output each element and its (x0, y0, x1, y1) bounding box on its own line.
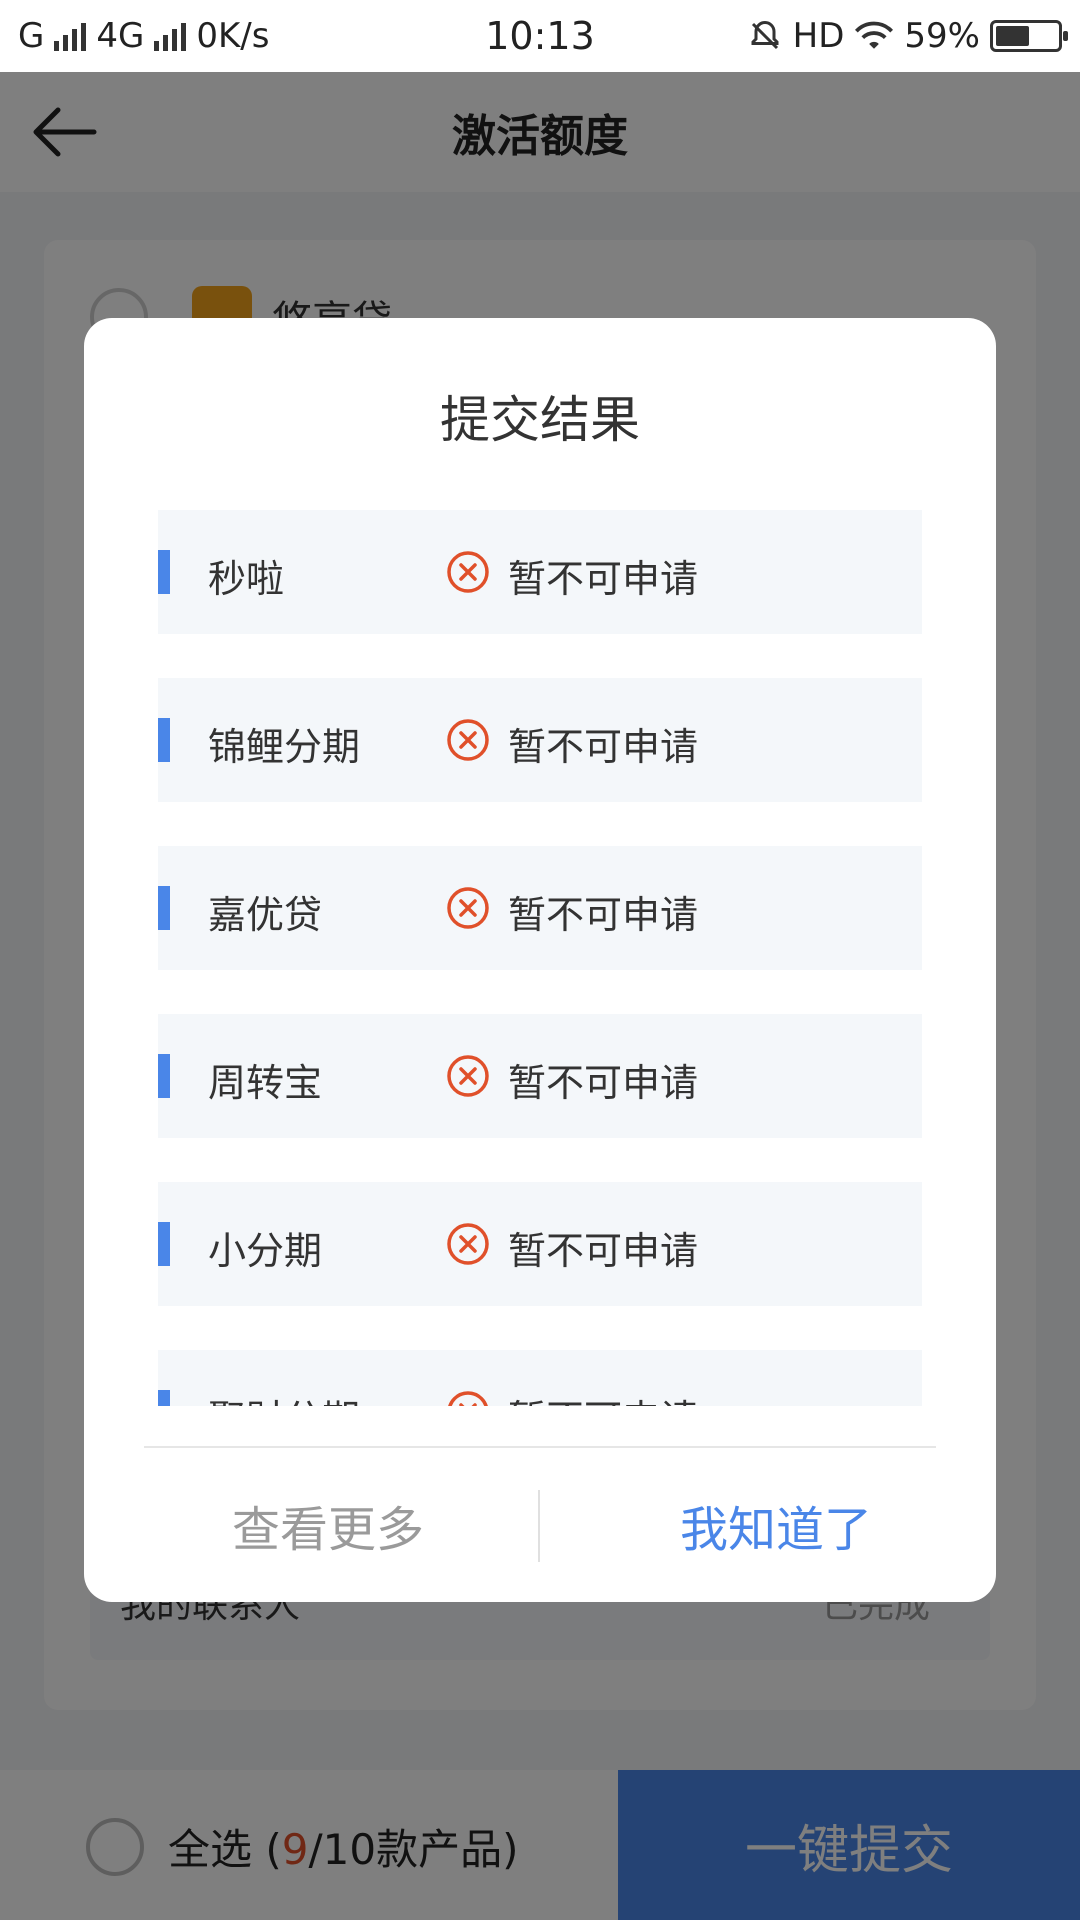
dialog-title: 提交结果 (440, 391, 640, 449)
result-item: 秒啦 暂不可申请 (158, 510, 922, 634)
battery-percent: 59% (904, 16, 980, 56)
result-item-status: 暂不可申请 (508, 1388, 698, 1406)
got-it-button[interactable]: 我知道了 (626, 1494, 926, 1566)
result-item-name: 嘉优贷 (208, 893, 323, 937)
accent-bar (158, 1222, 170, 1266)
status-left: G 4G 0K/s (18, 16, 269, 56)
accent-bar (158, 550, 170, 594)
result-item-status: 暂不可申请 (508, 893, 699, 937)
result-dialog: 提交结果 秒啦 暂不可申请 锦鲤分期 暂不可申请 嘉优贷 暂不可申请 周转宝 暂不可申请 小分期… (84, 318, 996, 1602)
error-circle-icon (447, 887, 489, 929)
carrier-label: G (18, 16, 45, 56)
accent-bar (158, 1054, 170, 1098)
error-circle-icon (447, 551, 489, 593)
battery-fill (996, 26, 1029, 46)
screen: G 4G 0K/s 10:13 HD 59% 提交结果 秒啦 暂不可申请 锦鲤分… (0, 0, 1080, 1920)
result-item-name: 秒啦 (208, 557, 285, 601)
result-item-status: 暂不可申请 (508, 1229, 699, 1273)
button-divider (538, 1490, 540, 1562)
result-item-name: 周转宝 (208, 1061, 323, 1105)
result-items: 秒啦 暂不可申请 锦鲤分期 暂不可申请 嘉优贷 暂不可申请 周转宝 暂不可申请 小分期 暂不可申请… (158, 510, 922, 1406)
signal-icon (54, 21, 87, 51)
result-item-name: 锦鲤分期 (208, 725, 361, 769)
result-item-name: 小分期 (208, 1229, 323, 1273)
result-item: 嘉优贷 暂不可申请 (158, 846, 922, 970)
status-right: HD 59% (747, 16, 1068, 56)
result-item: 周转宝 暂不可申请 (158, 1014, 922, 1138)
result-item: 锦鲤分期 暂不可申请 (158, 678, 922, 802)
battery-icon (990, 20, 1068, 52)
bell-muted-icon (751, 20, 779, 50)
view-more-button[interactable]: 查看更多 (178, 1494, 478, 1566)
accent-bar (158, 886, 170, 930)
result-item-name: 聚财分期 (208, 1388, 360, 1406)
dialog-divider (144, 1446, 936, 1448)
result-item: 聚财分期 暂不可申请 (158, 1350, 922, 1406)
wifi-icon (855, 21, 894, 49)
accent-bar (158, 1390, 170, 1406)
hd-label: HD (792, 16, 845, 56)
error-circle-icon (447, 719, 489, 761)
result-item-status: 暂不可申请 (508, 1061, 699, 1105)
network-type-label: 4G (96, 16, 145, 56)
result-item: 小分期 暂不可申请 (158, 1182, 922, 1306)
accent-bar (158, 718, 170, 762)
error-circle-icon (447, 1055, 489, 1097)
result-item-status: 暂不可申请 (508, 557, 699, 601)
error-circle-icon (448, 1391, 488, 1406)
signal-icon-2 (154, 21, 187, 51)
result-list[interactable]: 秒啦 暂不可申请 锦鲤分期 暂不可申请 嘉优贷 暂不可申请 周转宝 暂不可申请 小分期 暂不可申请… (158, 510, 922, 1406)
network-speed: 0K/s (196, 16, 270, 56)
error-circle-icon (447, 1223, 489, 1265)
status-bar: G 4G 0K/s 10:13 HD 59% (0, 0, 1080, 72)
result-item-status: 暂不可申请 (508, 725, 699, 769)
